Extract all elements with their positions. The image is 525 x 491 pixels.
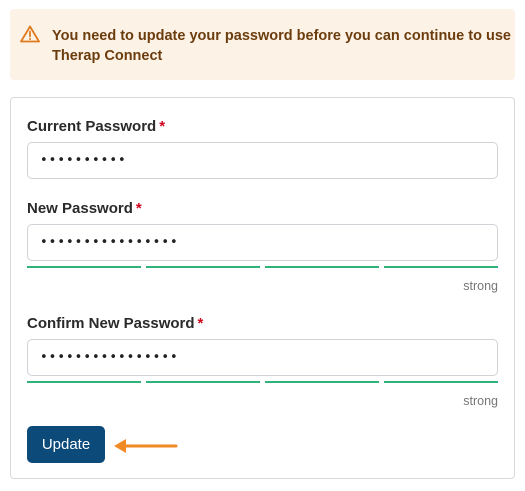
new-password-label-text: New Password xyxy=(27,200,133,217)
current-password-label: Current Password * xyxy=(27,118,165,135)
confirm-password-value: •••••••••••••••• xyxy=(40,350,179,365)
update-button[interactable]: Update xyxy=(27,426,105,463)
required-marker: * xyxy=(135,200,142,217)
confirm-password-strength-meter xyxy=(27,381,498,384)
arrow-left-icon xyxy=(114,439,178,453)
strength-segment xyxy=(27,266,141,268)
password-update-alert: You need to update your password before … xyxy=(10,9,515,80)
strength-segment xyxy=(265,266,379,268)
confirm-password-strength-label: strong xyxy=(463,394,498,408)
confirm-password-label: Confirm New Password * xyxy=(27,315,203,332)
new-password-strength-meter xyxy=(27,266,498,269)
required-marker: * xyxy=(197,315,204,332)
current-password-label-text: Current Password xyxy=(27,118,157,135)
required-marker: * xyxy=(159,118,166,135)
strength-segment xyxy=(146,266,260,268)
confirm-password-input[interactable]: •••••••••••••••• xyxy=(27,339,498,376)
new-password-label: New Password * xyxy=(27,200,142,217)
confirm-password-label-text: Confirm New Password xyxy=(27,315,195,332)
strength-segment xyxy=(384,266,498,268)
warning-triangle-icon xyxy=(20,25,40,43)
new-password-value: •••••••••••••••• xyxy=(40,235,179,250)
new-password-strength-label: strong xyxy=(463,279,498,293)
new-password-input[interactable]: •••••••••••••••• xyxy=(27,224,498,261)
strength-segment xyxy=(146,381,260,383)
strength-segment xyxy=(384,381,498,383)
current-password-value: •••••••••• xyxy=(40,153,127,168)
strength-segment xyxy=(27,381,141,383)
alert-message: You need to update your password before … xyxy=(52,28,511,64)
strength-segment xyxy=(265,381,379,383)
current-password-input[interactable]: •••••••••• xyxy=(27,142,498,179)
